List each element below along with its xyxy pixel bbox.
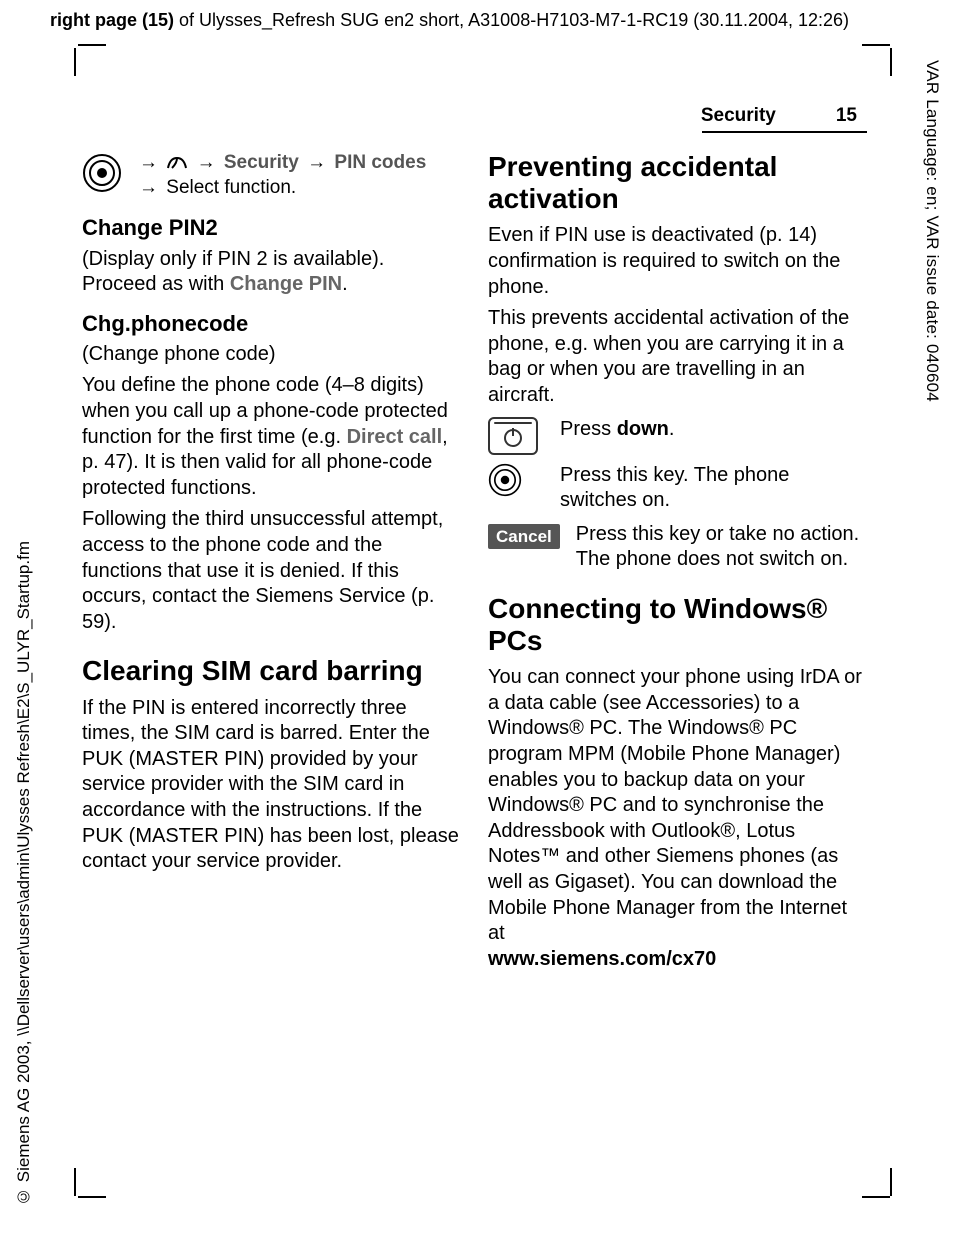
para-connect: You can connect your phone using IrDA or… xyxy=(488,665,866,972)
right-column: Preventing accidental activation Even if… xyxy=(488,151,866,978)
setup-icon xyxy=(166,156,188,170)
center-key-icon xyxy=(488,463,544,497)
running-header: Security 15 xyxy=(82,105,867,131)
ref-direct-call: Direct call xyxy=(347,426,443,448)
key-text-center: Press this key. The phone switches on. xyxy=(560,463,866,514)
para-chg-body1: You define the phone code (4–8 digits) w… xyxy=(82,373,460,501)
header-rule xyxy=(702,131,867,133)
download-url: www.siemens.com/cx70 xyxy=(488,948,716,970)
menu-navigation: → → Security → PIN codes → Select functi… xyxy=(82,151,460,200)
para-prevent1: Even if PIN use is deactivated (p. 14) c… xyxy=(488,223,866,300)
page-indicator: right page (15) xyxy=(50,10,174,30)
heading-connect: Connecting to Windows® PCs xyxy=(488,593,866,657)
key-row-cancel: Cancel Press this key or take no action.… xyxy=(488,522,866,573)
para-change-pin2: (Display only if PIN 2 is available). Pr… xyxy=(82,247,460,298)
center-key-icon xyxy=(82,153,122,193)
left-column: → → Security → PIN codes → Select functi… xyxy=(82,151,460,978)
para-clear-sim: If the PIN is entered incorrectly three … xyxy=(82,696,460,875)
page-number: 15 xyxy=(836,105,857,126)
ref-change-pin: Change PIN xyxy=(230,273,342,295)
heading-change-pin2: Change PIN2 xyxy=(82,214,460,242)
arrow-icon: → xyxy=(307,152,326,173)
doc-id: of Ulysses_Refresh SUG en2 short, A31008… xyxy=(174,10,849,30)
arrow-icon: → xyxy=(139,152,158,173)
nav-path: → → Security → PIN codes → Select functi… xyxy=(136,151,426,200)
key-text-cancel: Press this key or take no action. The ph… xyxy=(576,522,866,573)
section-name: Security xyxy=(701,105,776,126)
nav-seg-pincodes: PIN codes xyxy=(334,152,426,173)
key-row-power: Press down. xyxy=(488,417,866,455)
para-chg-sub: (Change phone code) xyxy=(82,342,460,368)
print-meta-right: VAR Language: en; VAR issue date: 040604 xyxy=(922,60,942,402)
arrow-icon: → xyxy=(197,152,216,173)
power-key-icon xyxy=(488,417,544,455)
print-meta-top: right page (15) of Ulysses_Refresh SUG e… xyxy=(50,10,849,31)
heading-chg-phonecode: Chg.phonecode xyxy=(82,310,460,338)
nav-select-function: Select function. xyxy=(166,177,296,198)
key-row-center: Press this key. The phone switches on. xyxy=(488,463,866,514)
key-text-power: Press down. xyxy=(560,417,866,443)
cancel-softkey-icon: Cancel xyxy=(488,522,560,550)
page-content: Security 15 → → xyxy=(82,105,867,978)
para-chg-body2: Following the third unsuccessful attempt… xyxy=(82,507,460,635)
print-meta-left: © Siemens AG 2003, \\Dellserver\users\ad… xyxy=(14,541,34,1206)
nav-seg-security: Security xyxy=(224,152,299,173)
heading-prevent: Preventing accidental activation xyxy=(488,151,866,215)
softkey-label: Cancel xyxy=(488,524,560,550)
para-prevent2: This prevents accidental activation of t… xyxy=(488,306,866,408)
heading-clear-sim: Clearing SIM card barring xyxy=(82,655,460,687)
arrow-icon: → xyxy=(139,177,158,198)
